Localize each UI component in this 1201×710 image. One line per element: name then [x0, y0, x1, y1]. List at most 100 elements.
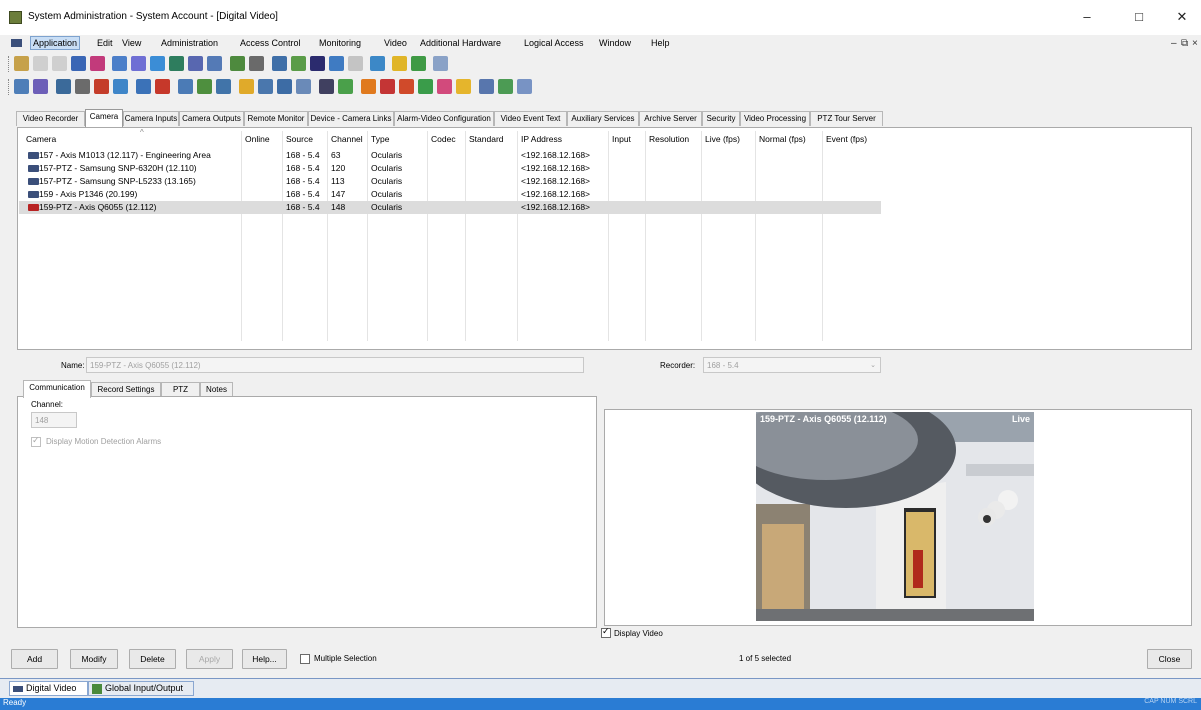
video-tour-icon[interactable] [338, 79, 353, 94]
column-header-channel[interactable]: Channel [331, 134, 363, 144]
column-header-event-fps[interactable]: Event (fps) [826, 134, 867, 144]
menu-video[interactable]: Video [384, 38, 407, 48]
column-header-codec[interactable]: Codec [431, 134, 456, 144]
tab-alarm-video-configuration[interactable]: Alarm-Video Configuration [394, 111, 494, 126]
delete-button[interactable]: Delete [129, 649, 176, 669]
tab-remote-monitor[interactable]: Remote Monitor [244, 111, 308, 126]
table-row[interactable]: 157-PTZ - Samsung SNP-L5233 (13.165) 168… [19, 175, 881, 188]
badge-icon[interactable] [131, 56, 146, 71]
tab-auxiliary-services[interactable]: Auxiliary Services [567, 111, 639, 126]
tab-ptz[interactable]: PTZ [161, 382, 200, 397]
recycle-icon[interactable] [411, 56, 426, 71]
hardware-tree-icon[interactable] [296, 79, 311, 94]
alarm-panel-icon[interactable] [33, 79, 48, 94]
tab-camera[interactable]: Camera [85, 109, 123, 127]
table-row-selected[interactable]: 159-PTZ - Axis Q6055 (12.112) 168 - 5.4 … [19, 201, 881, 214]
menu-administration[interactable]: Administration [161, 38, 218, 48]
alarms-icon[interactable] [272, 56, 287, 71]
alarm-monitor-icon[interactable] [291, 56, 306, 71]
tab-video-processing[interactable]: Video Processing [740, 111, 810, 126]
table-row[interactable]: 157-PTZ - Samsung SNP-6320H (12.110) 168… [19, 162, 881, 175]
cardholders-icon[interactable] [112, 56, 127, 71]
column-header-online[interactable]: Online [245, 134, 270, 144]
menu-window[interactable]: Window [599, 38, 631, 48]
tab-communication[interactable]: Communication [23, 380, 91, 398]
readers-icon[interactable] [230, 56, 245, 71]
key-icon[interactable] [456, 79, 471, 94]
table-row[interactable]: 157 - Axis M1013 (12.117) - Engineering … [19, 149, 881, 162]
print-icon[interactable] [52, 56, 67, 71]
gear-icon[interactable] [392, 56, 407, 71]
video-icon[interactable] [370, 56, 385, 71]
close-button[interactable]: Close [1147, 649, 1192, 669]
elevator-icon[interactable] [197, 79, 212, 94]
column-header-input[interactable]: Input [612, 134, 631, 144]
tab-security[interactable]: Security [702, 111, 740, 126]
menu-monitoring[interactable]: Monitoring [319, 38, 361, 48]
motion-alarms-checkbox[interactable]: ✓ [31, 435, 41, 447]
window-icon[interactable] [348, 56, 363, 71]
network-map-icon[interactable] [517, 79, 532, 94]
network-icon[interactable] [433, 56, 448, 71]
menu-application[interactable]: Application [30, 36, 81, 50]
apply-button[interactable]: Apply [186, 649, 233, 669]
menu-logical-access[interactable]: Logical Access [524, 38, 584, 48]
minimize-button[interactable]: – [1069, 4, 1105, 30]
live-video[interactable]: 159-PTZ - Axis Q6055 (12.112) Live [756, 412, 1034, 621]
mdi-restore-icon[interactable]: ⧉ [1181, 38, 1188, 49]
personal-safety-icon[interactable] [216, 79, 231, 94]
biometric-icon[interactable] [361, 79, 376, 94]
column-header-normal-fps[interactable]: Normal (fps) [759, 134, 806, 144]
monitor-station-icon[interactable] [418, 79, 433, 94]
ip-icon[interactable] [437, 79, 452, 94]
alarm-input-icon[interactable] [239, 79, 254, 94]
column-header-type[interactable]: Type [371, 134, 389, 144]
access-panel-icon[interactable] [14, 79, 29, 94]
dvr-icon[interactable] [136, 79, 151, 94]
column-header-resolution[interactable]: Resolution [649, 134, 689, 144]
tab-archive-server[interactable]: Archive Server [639, 111, 702, 126]
column-header-standard[interactable]: Standard [469, 134, 504, 144]
matrix-switcher-icon[interactable] [178, 79, 193, 94]
intrusion-icon[interactable] [277, 79, 292, 94]
recorder-dropdown[interactable]: 168 - 5.4 ⌄ [703, 357, 881, 373]
help-button[interactable]: Help... [242, 649, 287, 669]
monitor-zones-icon[interactable] [329, 56, 344, 71]
tab-camera-inputs[interactable]: Camera Inputs [123, 111, 179, 126]
tab-notes[interactable]: Notes [200, 382, 233, 397]
bottom-tab-digital-video[interactable]: Digital Video [9, 681, 88, 696]
table-row[interactable]: 159 - Axis P1346 (20.199) 168 - 5.4 147 … [19, 188, 881, 201]
menu-access-control[interactable]: Access Control [240, 38, 301, 48]
tab-video-recorder[interactable]: Video Recorder [16, 111, 85, 126]
menu-help[interactable]: Help [651, 38, 670, 48]
reader-icon[interactable] [56, 79, 71, 94]
wireless-icon[interactable] [399, 79, 414, 94]
help-icon[interactable] [71, 56, 86, 71]
menu-view[interactable]: View [122, 38, 141, 48]
lock-icon[interactable] [380, 79, 395, 94]
intercom-icon[interactable] [75, 79, 90, 94]
camera-list[interactable]: ^ Camera Online Source Channel Type Code… [17, 127, 1192, 350]
mdi-minimize-icon[interactable]: – [1171, 38, 1177, 49]
column-header-ip-address[interactable]: IP Address [521, 134, 562, 144]
reports-icon[interactable] [188, 56, 203, 71]
panels-icon[interactable] [249, 56, 264, 71]
relay-output-icon[interactable] [258, 79, 273, 94]
tab-record-settings[interactable]: Record Settings [91, 382, 161, 397]
users-icon[interactable] [169, 56, 184, 71]
context-help-icon[interactable] [90, 56, 105, 71]
multiple-selection-checkbox[interactable] [300, 654, 310, 664]
fire-panel-icon[interactable] [94, 79, 109, 94]
mdi-close-icon[interactable]: × [1192, 38, 1198, 49]
access-levels-icon[interactable] [150, 56, 165, 71]
modify-button[interactable]: Modify [70, 649, 118, 669]
digital-video-icon[interactable] [319, 79, 334, 94]
column-header-camera[interactable]: Camera [26, 134, 56, 144]
name-field[interactable]: 159-PTZ - Axis Q6055 (12.112) [86, 357, 584, 373]
doors-icon[interactable] [310, 56, 325, 71]
column-header-source[interactable]: Source [286, 134, 313, 144]
menu-additional-hardware[interactable]: Additional Hardware [420, 38, 501, 48]
add-button[interactable]: Add [11, 649, 58, 669]
new-icon[interactable] [33, 56, 48, 71]
camera-icon[interactable] [155, 79, 170, 94]
